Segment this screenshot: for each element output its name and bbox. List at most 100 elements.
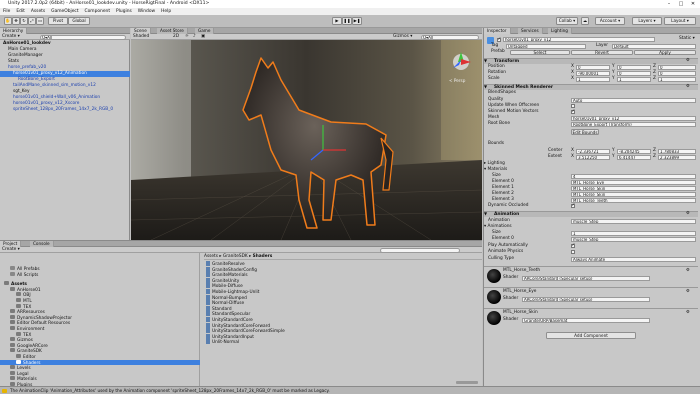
material-element-field[interactable]: MTL_Horse_Skin [571, 191, 696, 197]
layers-dropdown[interactable]: Layers ▾ [632, 17, 662, 25]
move-tool-button[interactable]: ✥ [12, 17, 20, 25]
hierarchy-item[interactable]: Main Camera [0, 47, 130, 53]
menu-help[interactable]: Help [158, 8, 174, 15]
material-settings-icon[interactable]: ⚙ [686, 289, 690, 295]
quality-dropdown[interactable]: Auto [571, 97, 696, 103]
skinned-mesh-renderer-header[interactable]: Skinned Mesh Renderer [484, 84, 698, 90]
shader-dropdown[interactable]: ARCore/Standard (Specular setup) [522, 275, 650, 281]
menu-plugins[interactable]: Plugins [113, 8, 135, 15]
hierarchy-item[interactable]: sgt_Key [0, 89, 130, 95]
cloud-icon[interactable]: ☁ [581, 17, 589, 25]
shader-file-item[interactable]: Unlit-Normal [206, 339, 239, 345]
transform-settings-icon[interactable]: ⚙ [686, 58, 690, 64]
center-x-field[interactable]: -2.336721 [576, 148, 610, 154]
hierarchy-scene-root[interactable]: AnHorse01_lookdev [0, 41, 130, 47]
effects-toggle-icon[interactable]: ▣ [201, 34, 205, 40]
scale-x-field[interactable]: 1 [576, 76, 610, 82]
collab-button[interactable]: Collab ▾ [556, 17, 578, 25]
prefab-apply-button[interactable]: Apply [634, 50, 696, 55]
breadcrumb-shaders[interactable]: Shaders [253, 254, 273, 259]
menu-assets[interactable]: Assets [28, 8, 48, 15]
extent-y-field[interactable]: 6.41447 [617, 154, 651, 160]
hierarchy-item[interactable]: RootBone_Export [0, 77, 130, 83]
animations-size-field[interactable]: 1 [571, 230, 696, 236]
active-checkbox[interactable] [497, 37, 501, 42]
rect-tool-button[interactable]: ▭ [36, 17, 44, 25]
scene-viewport[interactable]: < Persp [131, 40, 482, 240]
shader-dropdown[interactable]: Granite/URP/Basemat [522, 317, 650, 323]
update-offscreen-checkbox[interactable] [571, 104, 575, 108]
layer-dropdown[interactable]: Default [612, 43, 696, 49]
animations-element0-field[interactable]: muscle_Step [571, 236, 696, 242]
audio-toggle-icon[interactable]: ♪ [193, 34, 196, 40]
position-y-field[interactable]: 0 [617, 64, 651, 70]
layout-dropdown[interactable]: Layout ▾ [664, 17, 696, 25]
hierarchy-create-button[interactable]: Create ▾ [2, 34, 20, 40]
lighting-foldout[interactable]: ▸ Lighting [484, 161, 505, 167]
breadcrumb-granitesdk[interactable]: GraniteSDK [223, 254, 248, 259]
menu-file[interactable]: File [0, 8, 13, 15]
scale-y-field[interactable]: 1 [617, 76, 651, 82]
tab-services[interactable]: Services [518, 28, 543, 34]
close-icon[interactable]: ✕ [688, 0, 698, 8]
static-dropdown[interactable]: Static ▾ [679, 36, 695, 42]
extent-z-field[interactable]: 2.323899 [658, 154, 696, 160]
prefab-revert-button[interactable]: Revert [571, 50, 633, 55]
global-toggle[interactable]: Global [68, 17, 90, 25]
gizmos-dropdown[interactable]: Gizmos ▾ [393, 34, 412, 40]
status-bar[interactable]: The AnimationClip 'Animation_Attributes'… [0, 386, 700, 394]
animation-header[interactable]: Animation [484, 211, 698, 217]
scene-search-input[interactable]: Q▾All [421, 34, 479, 40]
hierarchy-item[interactable]: Stats [0, 59, 130, 65]
shading-dropdown[interactable]: Shaded [133, 34, 149, 40]
hierarchy-item[interactable]: tailAndMane_skinned_sim_motion_v12 [0, 83, 130, 89]
animations-foldout[interactable]: ▾ Animations [484, 224, 512, 230]
center-z-field[interactable]: 1.780833 [658, 148, 696, 154]
animate-physics-checkbox[interactable] [571, 250, 575, 254]
project-search-input[interactable] [380, 247, 460, 253]
hierarchy-item[interactable]: spriteSheet_128px_20Frames_14x7_2k_RGB_0 [0, 107, 130, 113]
object-name-field[interactable]: horse01v01_proxy_v12 [503, 37, 655, 42]
hierarchy-item[interactable]: horse01v01_proxy_v12_Xscore [0, 101, 130, 107]
material-settings-icon[interactable]: ⚙ [686, 268, 690, 274]
materials-size-field[interactable]: 4 [571, 173, 696, 179]
animation-foldout-icon[interactable]: ▼ [484, 211, 487, 217]
mesh-field[interactable]: horse01v01_proxy_v12 [571, 115, 696, 121]
material-element-field[interactable]: MTL_Horse_Teeth [571, 197, 696, 203]
hierarchy-item[interactable]: horse01v01_shield+Wall_v06_Animation [0, 95, 130, 101]
account-dropdown[interactable]: Account ▾ [595, 17, 625, 25]
menu-window[interactable]: Window [135, 8, 158, 15]
hierarchy-item[interactable]: horse01v01_proxy_v12_Animation [0, 71, 130, 77]
animation-clip-field[interactable]: muscle_Step [571, 218, 696, 224]
hierarchy-item[interactable]: horse_prefab_v20 [0, 65, 130, 71]
scale-tool-button[interactable]: ⤢ [28, 17, 36, 25]
animation-settings-icon[interactable]: ⚙ [686, 211, 690, 217]
rotation-z-field[interactable]: 0 [658, 70, 696, 76]
smr-foldout-icon[interactable]: ▼ [484, 84, 487, 90]
tag-dropdown[interactable]: Untagged [506, 43, 586, 49]
menu-edit[interactable]: Edit [13, 8, 28, 15]
minimize-icon[interactable]: – [664, 0, 674, 8]
material-settings-icon[interactable]: ⚙ [686, 310, 690, 316]
extent-x-field[interactable]: 3.512250 [576, 154, 610, 160]
pivot-toggle[interactable]: Pivot [48, 17, 68, 25]
project-tree-item[interactable]: All Scripts [0, 271, 200, 278]
lighting-toggle-icon[interactable]: ☼ [185, 34, 189, 40]
scale-z-field[interactable]: 1 [658, 76, 696, 82]
play-button[interactable]: ▶ [332, 17, 342, 25]
center-y-field[interactable]: -8.204245 [617, 148, 651, 154]
prefab-select-button[interactable]: Select [510, 50, 570, 55]
skinned-motion-checkbox[interactable] [571, 109, 575, 114]
tab-lighting[interactable]: Lighting [548, 28, 572, 34]
rotation-x-field[interactable]: -90.00001 [576, 70, 610, 76]
material-element-field[interactable]: MTL_Horse_Skin [571, 185, 696, 191]
transform-header[interactable]: Transform [484, 58, 698, 64]
position-x-field[interactable]: 0 [576, 64, 610, 70]
materials-foldout[interactable]: ▾ Materials [484, 167, 507, 173]
rotation-y-field[interactable]: 0 [617, 70, 651, 76]
breadcrumb-assets[interactable]: Assets [204, 254, 218, 259]
menu-gameobject[interactable]: GameObject [48, 8, 81, 15]
play-automatically-checkbox[interactable] [571, 243, 575, 248]
transform-foldout-icon[interactable]: ▼ [484, 58, 487, 64]
blendshapes-foldout[interactable]: BlendShapes [488, 90, 516, 96]
